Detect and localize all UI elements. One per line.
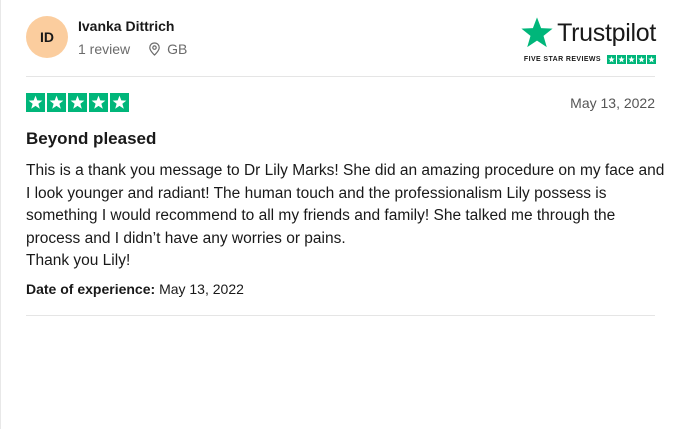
trustpilot-logo: Trustpilot (520, 16, 656, 50)
review-sign-off: Thank you Lily! (26, 252, 131, 269)
rating-star-3 (68, 93, 87, 112)
review-text: This is a thank you message to Dr Lily M… (26, 162, 665, 247)
review-card: ID Ivanka Dittrich 1 review GB Trustpilo… (0, 0, 680, 429)
rating-star-5 (110, 93, 129, 112)
rating-star-1 (26, 93, 45, 112)
mini-star-2 (617, 55, 626, 64)
mini-star-rating (606, 55, 656, 64)
star-icon (91, 95, 106, 109)
star-icon (608, 56, 615, 63)
review-title[interactable]: Beyond pleased (26, 129, 156, 149)
star-icon (49, 95, 64, 109)
mini-star-1 (607, 55, 616, 64)
star-icon (521, 17, 553, 48)
star-icon (28, 95, 43, 109)
date-of-experience: Date of experience: May 13, 2022 (26, 281, 244, 297)
footer-divider (26, 315, 655, 316)
avatar[interactable]: ID (26, 16, 68, 58)
brand-name: Trustpilot (557, 18, 656, 47)
star-icon (648, 56, 655, 63)
five-star-badge: FIVE STAR REVIEWS (524, 55, 656, 64)
reviewer-country: GB (167, 41, 188, 57)
experience-date: May 13, 2022 (159, 281, 244, 297)
reviewer-name[interactable]: Ivanka Dittrich (78, 18, 174, 34)
star-icon (112, 95, 127, 109)
star-icon (70, 95, 85, 109)
review-count: 1 review (78, 41, 131, 57)
location-pin-icon (149, 42, 160, 56)
reviewer-meta: 1 review GB (78, 41, 187, 57)
mini-star-5 (647, 55, 656, 64)
header-divider (26, 76, 655, 77)
review-date: May 13, 2022 (570, 95, 655, 111)
star-icon (618, 56, 625, 63)
brand-tagline: FIVE STAR REVIEWS (523, 56, 601, 63)
mini-star-3 (627, 55, 636, 64)
star-icon (628, 56, 635, 63)
rating-star-2 (47, 93, 66, 112)
mini-star-4 (637, 55, 646, 64)
experience-label: Date of experience: (26, 281, 156, 297)
review-body: This is a thank you message to Dr Lily M… (26, 160, 666, 273)
star-icon (638, 56, 645, 63)
star-rating (26, 93, 131, 112)
rating-star-4 (89, 93, 108, 112)
